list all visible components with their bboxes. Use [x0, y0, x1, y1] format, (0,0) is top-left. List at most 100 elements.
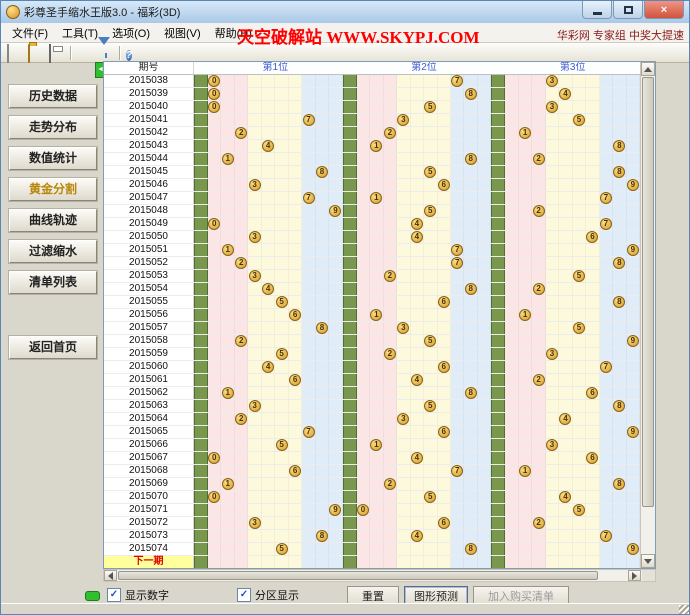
digit-cell — [370, 296, 383, 308]
digit-cell — [559, 504, 572, 516]
sidebar-item-golden-section[interactable]: 黄金分割 — [9, 178, 97, 201]
digit-cell — [464, 257, 477, 269]
digit-cell — [316, 374, 329, 386]
digit-cell — [600, 491, 613, 503]
header-spacer — [194, 62, 208, 74]
period-cell: 2015047 — [104, 192, 194, 204]
close-button[interactable]: × — [644, 1, 684, 19]
digit-cell — [357, 88, 370, 100]
sidebar-item-history[interactable]: 历史数据 — [9, 85, 97, 108]
column-header-pos1: 第1位 — [208, 62, 343, 74]
digit-cell — [505, 88, 518, 100]
scroll-up-icon[interactable] — [641, 62, 655, 76]
digit-cell — [221, 114, 234, 126]
digit-cell — [519, 374, 532, 386]
sidebar-item-filter[interactable]: 过滤缩水 — [9, 240, 97, 263]
digit-cell — [208, 322, 221, 334]
digit-cell — [329, 140, 342, 152]
print-icon[interactable] — [49, 45, 65, 60]
digit-cell — [464, 75, 477, 87]
help-icon[interactable]: ? — [126, 45, 142, 60]
digit-cell — [559, 296, 572, 308]
table-row: 2015059523 — [104, 348, 640, 361]
number-ball: 4 — [559, 491, 571, 503]
digit-cell — [411, 335, 424, 347]
open-folder-icon[interactable] — [28, 45, 44, 60]
digit-cell — [613, 101, 626, 113]
digit-cell — [302, 75, 315, 87]
digit-cell — [316, 296, 329, 308]
minimize-button[interactable] — [582, 1, 612, 19]
digit-cell — [329, 517, 342, 529]
zone-separator — [491, 465, 505, 477]
zone-display-checkbox[interactable]: ✓ 分区显示 — [237, 587, 299, 603]
digit-cell — [559, 543, 572, 555]
number-ball: 9 — [627, 335, 639, 347]
digit-cell: 2 — [532, 153, 545, 165]
digit-cell — [546, 465, 559, 477]
digit-cell — [546, 88, 559, 100]
table-row: 2015044182 — [104, 153, 640, 166]
vertical-scrollbar[interactable] — [640, 62, 655, 568]
digit-cell — [478, 75, 491, 87]
digit-cell — [559, 530, 572, 542]
digit-cell: 5 — [424, 335, 437, 347]
digit-cell — [329, 179, 342, 191]
sidebar-item-statistics[interactable]: 数值统计 — [9, 147, 97, 170]
number-ball: 7 — [451, 244, 463, 256]
number-ball: 8 — [613, 166, 625, 178]
digit-cell: 3 — [248, 270, 261, 282]
sidebar-item-home[interactable]: 返回首页 — [9, 336, 97, 359]
digit-cell: 4 — [262, 361, 275, 373]
digit-cell — [559, 114, 572, 126]
digit-cell — [546, 127, 559, 139]
scroll-right-icon[interactable] — [628, 570, 641, 581]
zone-separator — [491, 296, 505, 308]
digit-cell — [275, 556, 288, 568]
digit-cell — [586, 478, 599, 490]
digit-cell — [559, 517, 572, 529]
digit-cell — [289, 335, 302, 347]
zone-separator — [491, 374, 505, 386]
digit-cell — [370, 205, 383, 217]
digit-cell — [208, 140, 221, 152]
table-row: 2015052278 — [104, 257, 640, 270]
digit-cell — [532, 218, 545, 230]
maximize-button[interactable] — [613, 1, 643, 19]
digit-cell — [235, 309, 248, 321]
show-numbers-checkbox[interactable]: ✓ 显示数字 — [107, 587, 169, 603]
digit-cell — [275, 101, 288, 113]
digit-cell — [573, 439, 586, 451]
horizontal-scrollbar[interactable] — [103, 569, 656, 582]
digit-cell — [275, 166, 288, 178]
digit-cell — [384, 101, 397, 113]
filter-funnel-icon[interactable] — [98, 45, 114, 60]
zone-separator — [491, 504, 505, 516]
scroll-left-icon[interactable] — [104, 570, 117, 581]
chart-bars-icon[interactable] — [77, 45, 93, 60]
digit-cell — [546, 517, 559, 529]
resize-grip[interactable] — [679, 605, 689, 615]
zone-separator — [194, 452, 208, 464]
digit-cell — [586, 400, 599, 412]
digit-cell: 6 — [289, 374, 302, 386]
scroll-down-icon[interactable] — [641, 554, 655, 568]
digit-cell — [370, 491, 383, 503]
menu-file[interactable]: 文件(F) — [5, 23, 55, 43]
table-row: 2015071905 — [104, 504, 640, 517]
digit-cell — [627, 530, 640, 542]
sidebar-item-trend[interactable]: 走势分布 — [9, 116, 97, 139]
digit-cell — [384, 192, 397, 204]
digit-cell — [586, 439, 599, 451]
digit-cell — [384, 114, 397, 126]
sidebar-item-curve[interactable]: 曲线轨迹 — [9, 209, 97, 232]
horizontal-scrollbar-thumb[interactable] — [118, 571, 598, 580]
vertical-scrollbar-thumb[interactable] — [642, 77, 654, 507]
new-file-icon[interactable] — [7, 45, 23, 60]
sidebar-item-list[interactable]: 清单列表 — [9, 271, 97, 294]
menu-view[interactable]: 视图(V) — [157, 23, 208, 43]
digit-cell — [586, 101, 599, 113]
menu-options[interactable]: 选项(O) — [105, 23, 157, 43]
digit-cell — [262, 504, 275, 516]
digit-cell: 2 — [235, 127, 248, 139]
